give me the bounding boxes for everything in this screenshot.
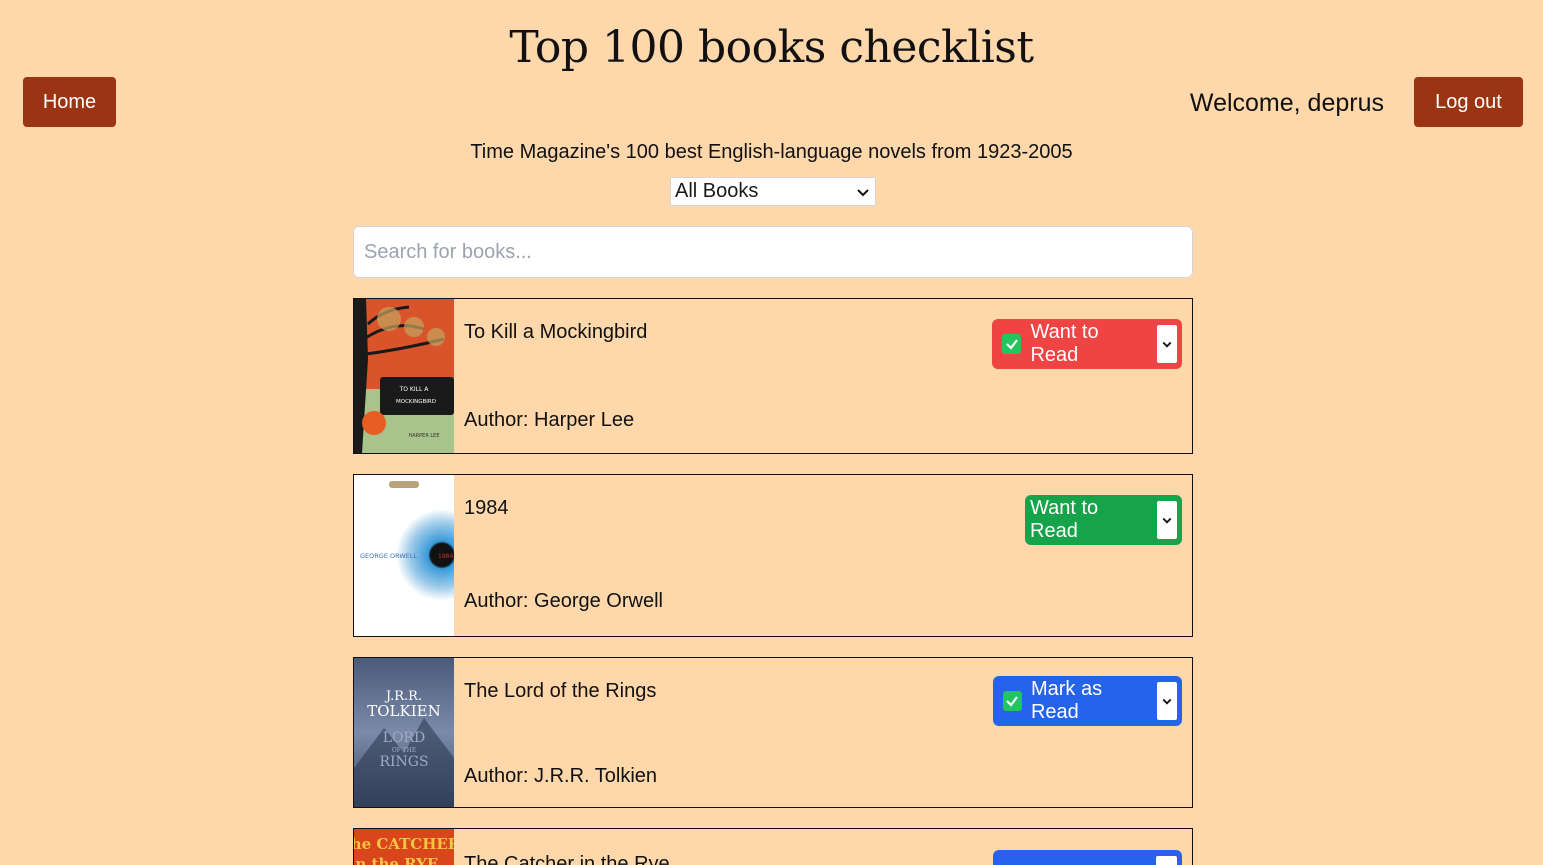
book-card: the CATCHER in the RYE The Catcher in th…	[353, 828, 1193, 865]
search-input[interactable]	[353, 226, 1193, 278]
chevron-down-icon	[1162, 517, 1172, 524]
page-subtitle: Time Magazine's 100 best English-languag…	[470, 141, 1073, 163]
logout-button[interactable]: Log out	[1414, 77, 1523, 127]
cover-text: RINGS	[379, 754, 428, 770]
page: Top 100 books checklist Home Welcome, de…	[0, 0, 1543, 865]
cover-text: the CATCHER	[354, 835, 454, 853]
book-filter-value: All Books	[675, 180, 759, 202]
book-title: To Kill a Mockingbird	[464, 321, 648, 343]
status-dropdown-toggle[interactable]	[1156, 501, 1177, 539]
reading-status-label: Want to Read	[1030, 321, 1099, 366]
cover-text: TO KILL A	[399, 386, 430, 393]
chevron-down-icon	[857, 188, 869, 196]
book-author: Author: George Orwell	[464, 590, 663, 612]
cover-text: 1984	[438, 553, 453, 560]
book-cover-image: J.R.R. TOLKIEN LORD OF THE RINGS	[354, 658, 454, 807]
book-filter-select[interactable]: All Books	[670, 177, 876, 206]
chevron-down-icon	[1162, 698, 1172, 705]
welcome-text: Welcome, deprus	[1189, 89, 1384, 117]
page-title: Top 100 books checklist	[509, 22, 1034, 73]
book-card: GEORGE ORWELL 1984 1984 Author: George O…	[353, 474, 1193, 637]
reading-status-label: Want to Read	[1030, 497, 1099, 542]
cover-text: MOCKINGBIRD	[396, 399, 436, 405]
status-dropdown-toggle[interactable]	[1156, 325, 1177, 363]
cover-text: HARPER LEE	[409, 433, 440, 439]
book-author: Author: J.R.R. Tolkien	[464, 765, 658, 787]
book-card: TO KILL A MOCKINGBIRD HARPER LEE To Kill…	[353, 298, 1193, 454]
chevron-down-icon	[1162, 341, 1172, 348]
reading-status-label: Mark as Read	[1030, 678, 1103, 723]
checkmark-icon	[1002, 334, 1022, 354]
book-cover-image: GEORGE ORWELL 1984	[354, 475, 454, 636]
cover-text: GEORGE ORWELL	[360, 552, 418, 560]
cover-text: TOLKIEN	[367, 702, 440, 720]
book-title: The Lord of the Rings	[464, 680, 657, 702]
home-button[interactable]: Home	[23, 77, 116, 127]
reading-status-dropdown[interactable]: Want to Read	[992, 319, 1182, 369]
book-title: 1984	[464, 497, 509, 519]
status-dropdown-toggle[interactable]	[1156, 856, 1177, 865]
cover-text: in the RYE	[354, 855, 438, 865]
checkmark-icon	[1003, 691, 1022, 711]
reading-status-dropdown[interactable]	[993, 850, 1182, 865]
reading-status-dropdown[interactable]: Mark as Read	[993, 676, 1182, 726]
cover-text: LORD	[383, 730, 426, 746]
book-cover-image: TO KILL A MOCKINGBIRD HARPER LEE	[354, 299, 454, 453]
book-card: J.R.R. TOLKIEN LORD OF THE RINGS The Lor…	[353, 657, 1193, 808]
book-cover-image: the CATCHER in the RYE	[354, 829, 454, 865]
book-author: Author: Harper Lee	[464, 409, 635, 431]
cover-text: OF THE	[392, 747, 417, 754]
book-title: The Catcher in the Rye	[464, 853, 670, 865]
reading-status-dropdown[interactable]: Want to Read	[1025, 495, 1182, 545]
status-dropdown-toggle[interactable]	[1157, 682, 1177, 720]
